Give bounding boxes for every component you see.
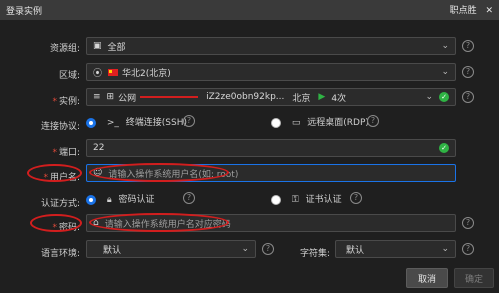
chevron-down-icon[interactable]: ⌄: [425, 92, 433, 102]
folder-icon: ▣: [93, 41, 102, 51]
cancel-button[interactable]: 取消: [406, 268, 448, 288]
port-label: * 端口:: [52, 148, 80, 158]
protocol-ssh-option[interactable]: >_ 终端连接(SSH): [86, 115, 187, 128]
auth-password-option[interactable]: 🔒︎ 密码认证: [86, 192, 155, 205]
language-label: 语言环境:: [40, 249, 80, 259]
location-icon: ⦿: [93, 68, 103, 79]
help-icon[interactable]: ?: [462, 243, 474, 255]
port-input[interactable]: 22 ✓: [86, 139, 456, 157]
resource-group-select[interactable]: ▣ 全部 ⌄: [86, 37, 456, 55]
region-label: 区域:: [58, 71, 80, 81]
window-title: 登录实例: [6, 7, 43, 17]
ssh-radio[interactable]: [86, 117, 96, 128]
chevron-down-icon[interactable]: ⌄: [441, 67, 449, 77]
valid-check-icon: ✓: [439, 92, 449, 102]
region-select[interactable]: ⦿ 华北2(北京) ⌄: [86, 63, 456, 81]
rdp-label: 远程桌面(RDP): [307, 118, 369, 128]
annotation-circle: [30, 214, 82, 232]
os-icon: ⊞: [106, 92, 115, 102]
resource-group-label: 资源组:: [49, 44, 80, 54]
annotation-circle: [89, 163, 229, 182]
instance-location: 北京: [292, 93, 311, 104]
protocol-rdp-option[interactable]: ▭ 远程桌面(RDP): [271, 115, 369, 128]
help-icon[interactable]: ?: [462, 40, 474, 52]
cert-auth-label: 证书认证: [305, 195, 342, 205]
cert-radio[interactable]: [271, 194, 281, 205]
redacted-block: [140, 96, 199, 98]
list-icon: ≡: [93, 92, 101, 102]
chevron-down-icon[interactable]: ⌄: [241, 244, 249, 254]
instance-name: 公网: [118, 93, 137, 104]
help-icon[interactable]: ?: [183, 115, 195, 127]
instance-id: iZ2ze0obn92kp...: [206, 92, 285, 102]
ssh-label: 终端连接(SSH): [125, 118, 188, 128]
title-bar: 登录实例 职点胜 ✕: [0, 0, 499, 20]
valid-check-icon: ✓: [439, 143, 449, 153]
region-value: 华北2(北京): [122, 68, 171, 79]
play-icon: ▶: [318, 92, 326, 102]
confirm-button[interactable]: 确定: [454, 268, 494, 288]
language-value: 默认: [103, 245, 122, 256]
annotation-circle: [27, 164, 82, 182]
help-icon[interactable]: ?: [462, 66, 474, 78]
charset-label: 字符集:: [299, 249, 330, 259]
protocol-label: 连接协议:: [40, 122, 80, 132]
language-select[interactable]: 默认 ⌄: [86, 240, 256, 258]
china-flag-icon: [108, 68, 119, 76]
password-radio[interactable]: [86, 194, 96, 205]
brand-label: 职点胜: [449, 6, 477, 16]
instance-label: * 实例:: [52, 97, 80, 107]
instance-select[interactable]: ≡ ⊞ 公网 iZ2ze0obn92kp... 北京 ▶ 4次 ⌄ ✓: [86, 88, 456, 106]
chevron-down-icon[interactable]: ⌄: [441, 244, 449, 254]
auth-cert-option[interactable]: ⚿ 证书认证: [271, 192, 342, 205]
certificate-icon: ⚿: [291, 195, 299, 205]
password-auth-label: 密码认证: [118, 195, 155, 205]
charset-value: 默认: [346, 245, 365, 256]
lock-icon: 🔒︎: [106, 195, 112, 205]
close-icon[interactable]: ✕: [485, 6, 493, 16]
terminal-icon: >_: [106, 118, 119, 128]
chevron-down-icon[interactable]: ⌄: [441, 41, 449, 51]
resource-group-value: 全部: [107, 42, 126, 53]
help-icon[interactable]: ?: [367, 115, 379, 127]
help-icon[interactable]: ?: [462, 91, 474, 103]
help-icon[interactable]: ?: [462, 217, 474, 229]
auth-label: 认证方式:: [40, 199, 80, 209]
annotation-circle: [89, 213, 229, 232]
port-value: 22: [93, 143, 105, 153]
help-icon[interactable]: ?: [350, 192, 362, 204]
title-right: 职点胜 ✕: [444, 3, 493, 16]
rdp-radio[interactable]: [271, 117, 281, 128]
help-icon[interactable]: ?: [183, 192, 195, 204]
charset-select[interactable]: 默认 ⌄: [335, 240, 456, 258]
instance-count: 4次: [331, 93, 347, 104]
monitor-icon: ▭: [291, 118, 301, 128]
